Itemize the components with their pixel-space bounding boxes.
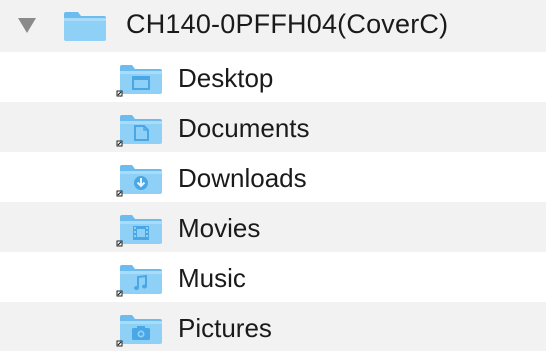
desktop-folder-icon [116,65,162,97]
tree-row-downloads[interactable]: Downloads [0,152,546,202]
tree-row-documents[interactable]: Documents [0,102,546,152]
tree-row-root[interactable]: CH140-0PFFH04(CoverC) [0,0,546,52]
music-folder-icon [116,265,162,297]
root-folder-label: CH140-0PFFH04(CoverC) [126,9,449,39]
tree-item-label: Documents [178,113,310,143]
downloads-folder-icon [116,165,162,197]
tree-item-label: Desktop [178,63,274,93]
tree-row-desktop[interactable]: Desktop [0,52,546,102]
tree-item-label: Movies [178,213,261,243]
disclosure-triangle-icon[interactable] [18,18,36,33]
documents-folder-icon [116,115,162,147]
tree-row-music[interactable]: Music [0,252,546,302]
folder-icon [64,12,106,41]
tree-row-pictures[interactable]: Pictures [0,302,546,351]
tree-row-movies[interactable]: Movies [0,202,546,252]
folder-tree: CH140-0PFFH04(CoverC) Desktop Documents [0,0,546,351]
tree-item-label: Downloads [178,163,307,193]
tree-item-label: Pictures [178,313,272,343]
tree-item-label: Music [178,263,246,293]
movies-folder-icon [116,215,162,247]
pictures-folder-icon [116,315,162,347]
